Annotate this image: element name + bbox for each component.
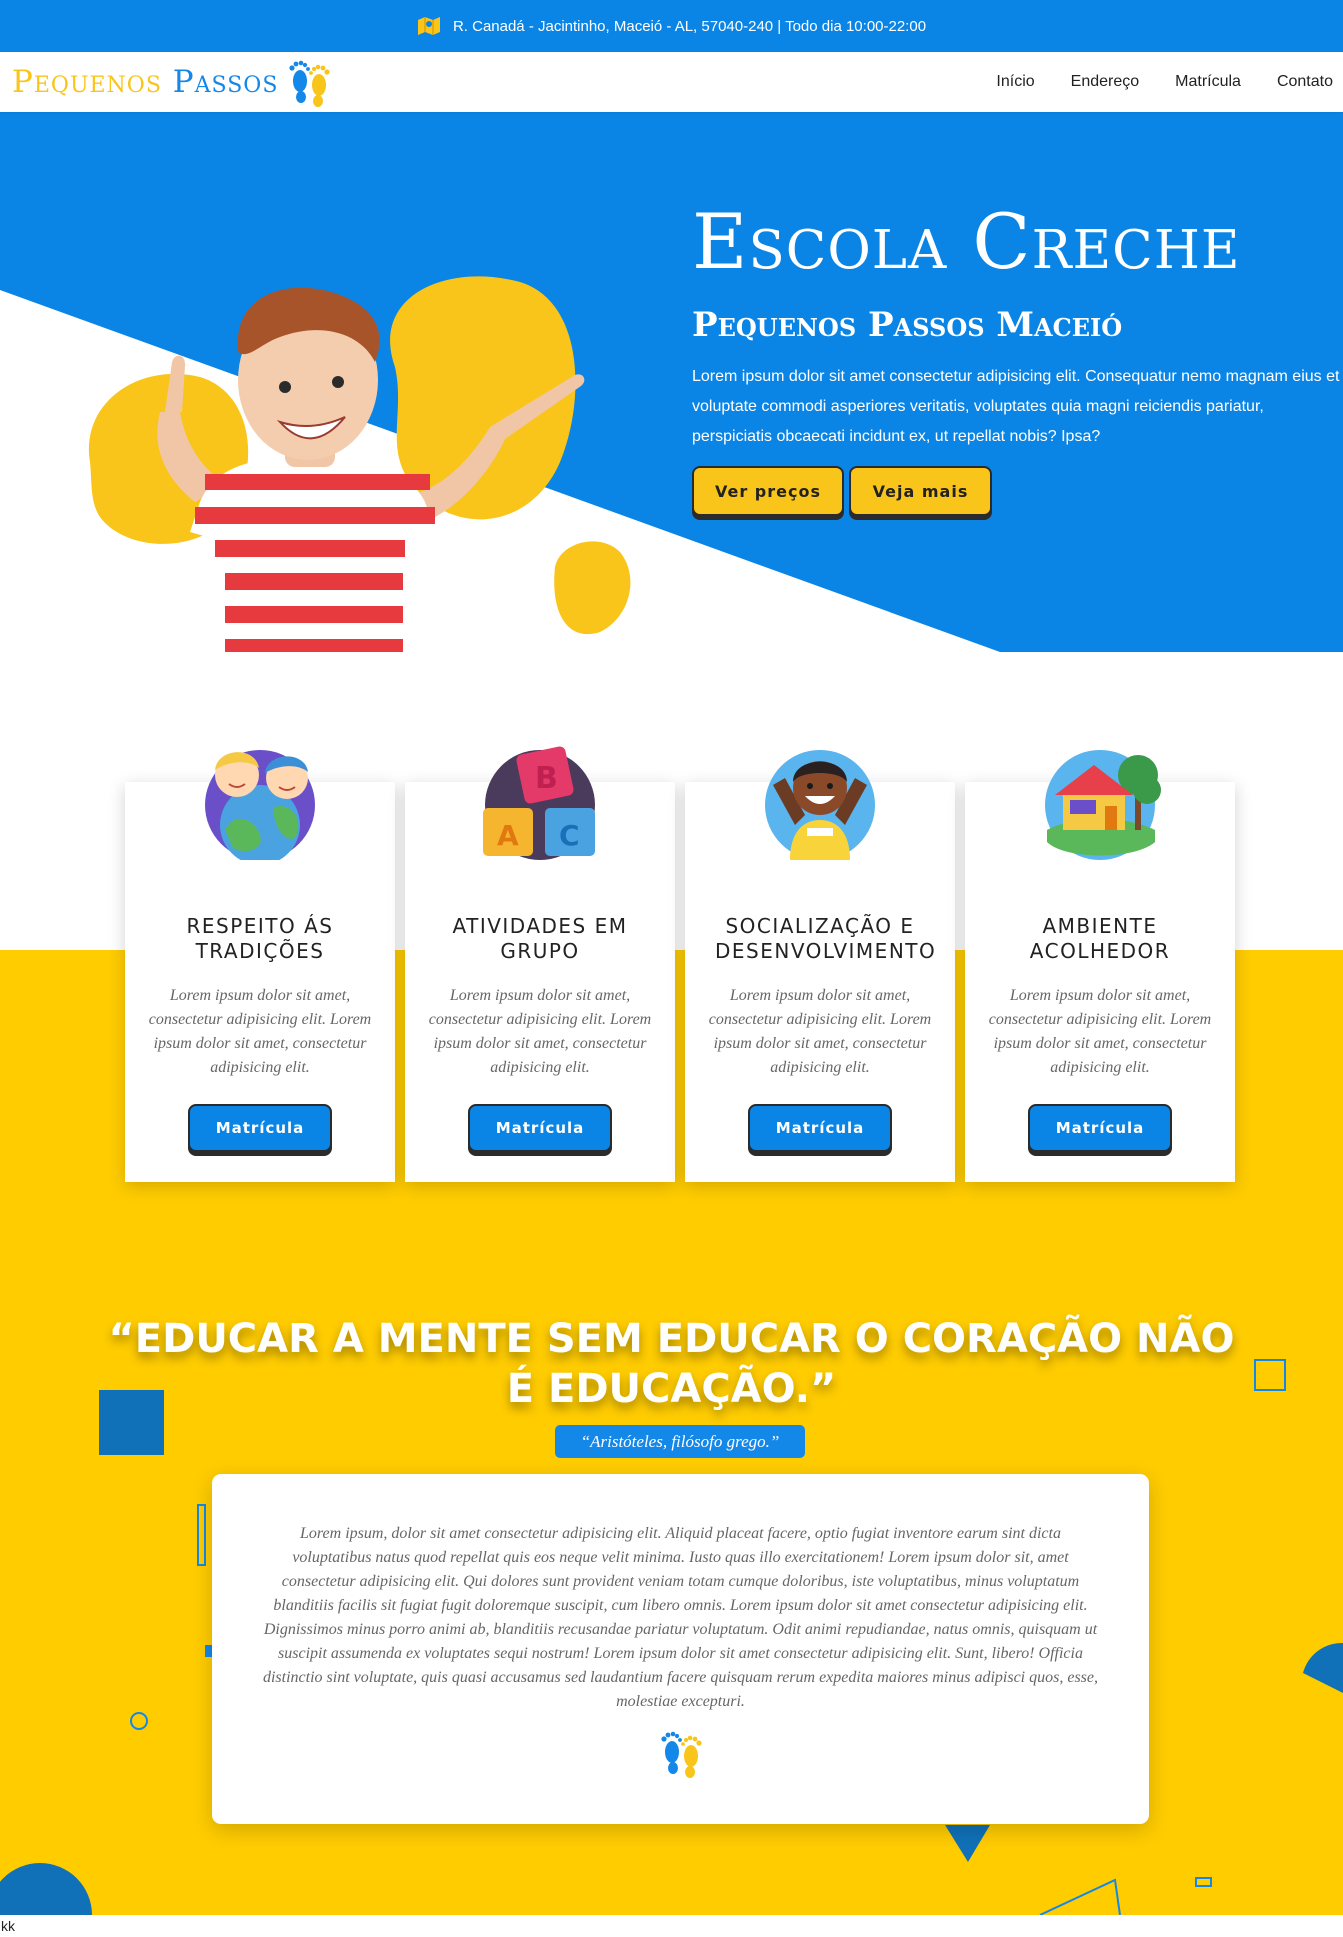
card-title: SOCIALIZAÇÃO E DESENVOLVIMENTO	[715, 914, 937, 963]
quote-author-badge: “Aristóteles, filósofo grego.”	[555, 1425, 805, 1458]
see-more-button[interactable]: Veja mais	[849, 466, 992, 516]
feature-card-socialization: SOCIALIZAÇÃO E DESENVOLVIMENTO Lorem ips…	[685, 750, 955, 1182]
deco-big-circle	[0, 1863, 92, 1915]
card-text: Lorem ipsum dolor sit amet, consectetur …	[988, 987, 1212, 1076]
feature-card-group-activities: B A C ATIVIDADES EM GRUPO Lorem ipsum do…	[405, 746, 675, 1182]
nav-inicio[interactable]: Início	[996, 73, 1034, 91]
card-text: Lorem ipsum dolor sit amet, consectetur …	[428, 987, 652, 1076]
deco-triangle	[945, 1825, 990, 1862]
navbar: Pequenos Passos Início Endereço Matrícul…	[0, 52, 1343, 112]
enroll-button[interactable]: Matrícula	[1028, 1104, 1172, 1152]
about-paragraph: Lorem ipsum, dolor sit amet consectetur …	[262, 1525, 1099, 1710]
deco-circle	[130, 1712, 148, 1730]
hero-description: Lorem ipsum dolor sit amet consectetur a…	[692, 368, 1340, 445]
main-menu: Início Endereço Matrícula Contato	[996, 73, 1333, 91]
card-title: AMBIENTE ACOLHEDOR	[1029, 914, 1171, 963]
see-prices-button[interactable]: Ver preços	[692, 466, 844, 516]
svg-text:C: C	[559, 819, 580, 852]
deco-half-circle	[1303, 1642, 1343, 1693]
nav-matricula[interactable]: Matrícula	[1175, 73, 1241, 91]
feature-card-traditions: RESPEITO ÁS TRADIÇÕES Lorem ipsum dolor …	[125, 750, 395, 1182]
about-text-box: Lorem ipsum, dolor sit amet consectetur …	[212, 1474, 1149, 1824]
nav-contato[interactable]: Contato	[1277, 73, 1333, 91]
yellow-blob-3	[554, 541, 631, 635]
enroll-button[interactable]: Matrícula	[748, 1104, 892, 1152]
logo-word-1: Pequenos	[12, 63, 162, 100]
card-title: ATIVIDADES EM GRUPO	[452, 914, 628, 963]
address-text: R. Canadá - Jacintinho, Maceió - AL, 570…	[452, 17, 927, 35]
abc-blocks-icon: B A C	[483, 746, 595, 860]
quote-heading: “EDUCAR A MENTE SEM EDUCAR O CORAÇÃO NÃO…	[108, 1316, 1235, 1412]
deco-bar	[197, 1504, 206, 1566]
svg-text:A: A	[497, 819, 519, 852]
feet-icon	[289, 60, 330, 107]
hero-section: Escola Creche Pequenos Passos Maceió Lor…	[0, 112, 1343, 652]
svg-text:B: B	[535, 761, 558, 796]
feet-icon	[660, 1731, 702, 1778]
hero-subtitle: Pequenos Passos Maceió	[692, 305, 1123, 345]
footer-text: kk	[1, 1918, 15, 1934]
enroll-button[interactable]: Matrícula	[468, 1104, 612, 1152]
logo-word-2: Passos	[172, 63, 279, 100]
top-info-bar: R. Canadá - Jacintinho, Maceió - AL, 570…	[0, 0, 1343, 52]
map-icon	[417, 17, 440, 35]
card-text: Lorem ipsum dolor sit amet, consectetur …	[708, 987, 932, 1076]
deco-rect-small	[1195, 1877, 1212, 1887]
deco-line	[1039, 1878, 1121, 1915]
card-title: RESPEITO ÁS TRADIÇÕES	[186, 914, 334, 963]
card-text: Lorem ipsum dolor sit amet, consectetur …	[148, 987, 372, 1076]
deco-square-outline	[1254, 1359, 1286, 1391]
enroll-button[interactable]: Matrícula	[188, 1104, 332, 1152]
kids-globe-icon	[205, 750, 315, 860]
house-icon	[1045, 750, 1161, 860]
hero-title: Escola Creche	[692, 197, 1241, 286]
feature-card-welcoming: AMBIENTE ACOLHEDOR Lorem ipsum dolor sit…	[965, 750, 1235, 1182]
nav-endereco[interactable]: Endereço	[1071, 73, 1140, 91]
happy-child-icon	[765, 750, 875, 860]
logo[interactable]: Pequenos Passos	[12, 57, 332, 107]
logo-text: Pequenos Passos	[12, 63, 279, 100]
